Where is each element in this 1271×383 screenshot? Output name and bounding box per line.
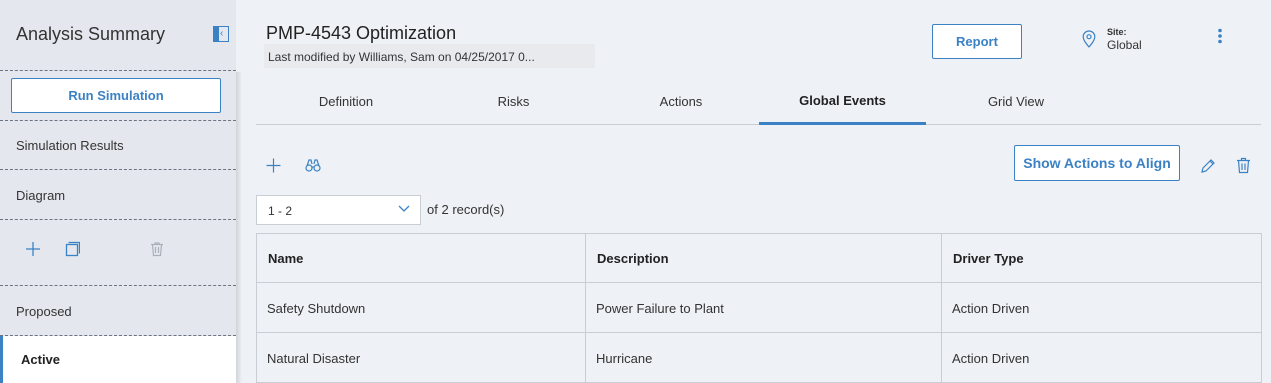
show-actions-to-align-button[interactable]: Show Actions to Align (1014, 145, 1180, 181)
divider (0, 219, 236, 220)
cell-driver-type: Action Driven (952, 351, 1030, 366)
cell-name: Safety Shutdown (267, 301, 366, 316)
column-header-driver-type[interactable]: Driver Type (953, 251, 1024, 266)
global-events-table: Name Description Driver Type Safety Shut… (256, 233, 1262, 383)
site-value: Global (1107, 38, 1142, 52)
cell-description: Hurricane (596, 351, 653, 366)
divider (0, 169, 236, 170)
cell-name: Natural Disaster (267, 351, 361, 366)
add-icon[interactable] (266, 158, 281, 173)
tab-grid-view[interactable]: Grid View (926, 78, 1106, 124)
sidebar-item-diagram[interactable]: Diagram (16, 188, 65, 203)
delete-icon[interactable] (1236, 157, 1251, 174)
site-label: Site: (1107, 27, 1127, 37)
sidebar-item-simulation-results[interactable]: Simulation Results (16, 138, 124, 153)
trash-icon[interactable] (149, 241, 165, 257)
divider (0, 285, 236, 286)
section-active-label: Active (21, 352, 61, 367)
page-title: PMP-4543 Optimization (266, 23, 457, 43)
plus-icon[interactable] (25, 241, 41, 257)
record-count: of 2 record(s) (427, 202, 504, 217)
run-simulation-button[interactable]: Run Simulation (11, 78, 221, 113)
column-divider (585, 233, 586, 383)
last-modified-text: Last modified by Williams, Sam on 04/25/… (264, 44, 595, 68)
sidebar-title: Analysis Summary (16, 24, 166, 44)
sidebar: Analysis Summary ‹ Run Simulation Simula… (0, 0, 242, 383)
record-count-unit: record(s) (452, 202, 505, 217)
location-pin-icon (1082, 30, 1096, 48)
report-button[interactable]: Report (932, 24, 1022, 59)
divider (0, 70, 236, 71)
table-row[interactable]: Natural Disaster Hurricane Action Driven (256, 333, 1262, 383)
tab-risks[interactable]: Risks (426, 78, 601, 124)
record-count-of: of (427, 202, 438, 217)
page-range-value: 1 - 2 (268, 204, 293, 218)
table-row[interactable]: Safety Shutdown Power Failure to Plant A… (256, 283, 1262, 333)
page-range-select[interactable]: 1 - 2 (256, 195, 421, 225)
tab-global-events[interactable]: Global Events (759, 78, 926, 125)
sidebar-toolbar (0, 241, 236, 263)
divider (0, 120, 236, 121)
column-header-name[interactable]: Name (268, 251, 303, 266)
copy-icon[interactable] (64, 241, 80, 257)
cell-driver-type: Action Driven (952, 301, 1030, 316)
chevron-down-icon (398, 205, 410, 212)
cell-description: Power Failure to Plant (596, 301, 724, 316)
tab-definition[interactable]: Definition (256, 78, 436, 124)
section-active[interactable]: Active (0, 336, 236, 383)
header: PMP-4543 Optimization Last modified by W… (236, 0, 1271, 72)
tab-actions[interactable]: Actions (596, 78, 766, 124)
tab-bar: Definition Risks Actions Global Events G… (256, 78, 1261, 125)
record-count-total: 2 (441, 202, 449, 217)
column-header-description[interactable]: Description (597, 251, 669, 266)
more-options-icon[interactable] (1218, 28, 1222, 44)
column-divider (941, 233, 942, 383)
binoculars-icon[interactable] (305, 159, 321, 172)
section-proposed[interactable]: Proposed (16, 304, 72, 319)
collapse-sidebar-icon[interactable]: ‹ (213, 26, 229, 42)
table-header: Name Description Driver Type (256, 233, 1262, 283)
edit-icon[interactable] (1200, 158, 1216, 174)
